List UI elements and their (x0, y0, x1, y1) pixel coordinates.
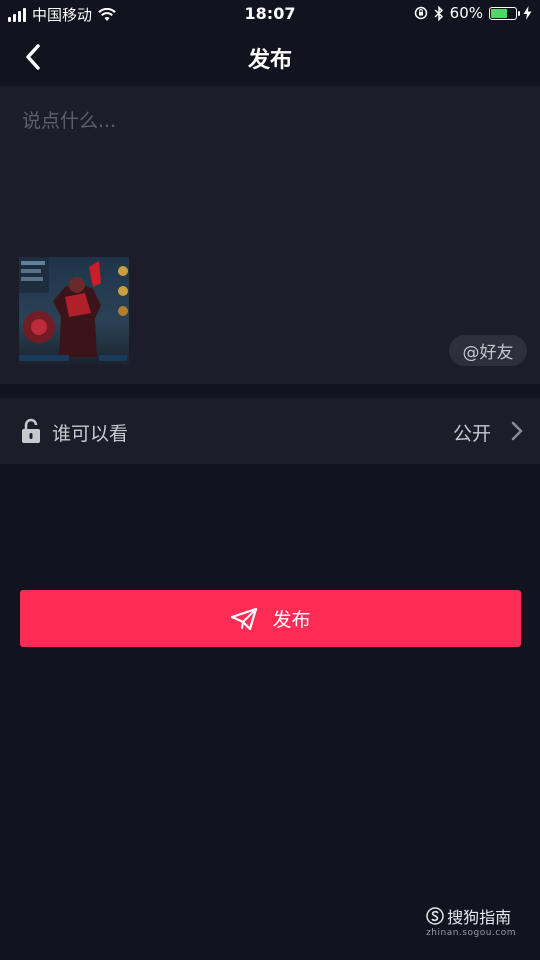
status-right: 60% (414, 4, 532, 22)
cover-image (19, 257, 129, 365)
video-cover-thumbnail[interactable] (19, 257, 129, 365)
chevron-right-icon (511, 421, 523, 441)
mention-friend-button[interactable]: @好友 (449, 335, 527, 366)
sogou-logo-icon (426, 907, 444, 925)
publish-button[interactable]: 发布 (20, 590, 521, 647)
chevron-left-icon (26, 44, 40, 70)
page-title: 发布 (247, 48, 292, 73)
battery-icon (489, 6, 520, 20)
rotation-lock-icon (414, 6, 427, 20)
privacy-value: 公开 (452, 423, 491, 445)
battery-percent: 60% (449, 4, 483, 22)
status-bar: 中国移动 18:07 60% (0, 0, 540, 28)
back-button[interactable] (20, 40, 50, 74)
unlock-icon (22, 418, 40, 443)
privacy-setting-row[interactable]: 谁可以看 公开 (0, 398, 540, 464)
watermark-url: zhinan.sogou.com (426, 928, 516, 938)
charging-bolt-icon (523, 6, 532, 20)
nav-bar: 发布 (0, 28, 540, 86)
watermark-brand: 搜狗指南 (447, 908, 512, 927)
privacy-label: 谁可以看 (52, 423, 129, 445)
paper-plane-icon (231, 607, 258, 630)
caption-input[interactable] (20, 104, 524, 228)
caption-panel: @好友 (0, 86, 540, 384)
publish-label: 发布 (272, 609, 311, 631)
bluetooth-icon (434, 5, 443, 21)
watermark: 搜狗指南 zhinan.sogou.com (426, 904, 516, 938)
